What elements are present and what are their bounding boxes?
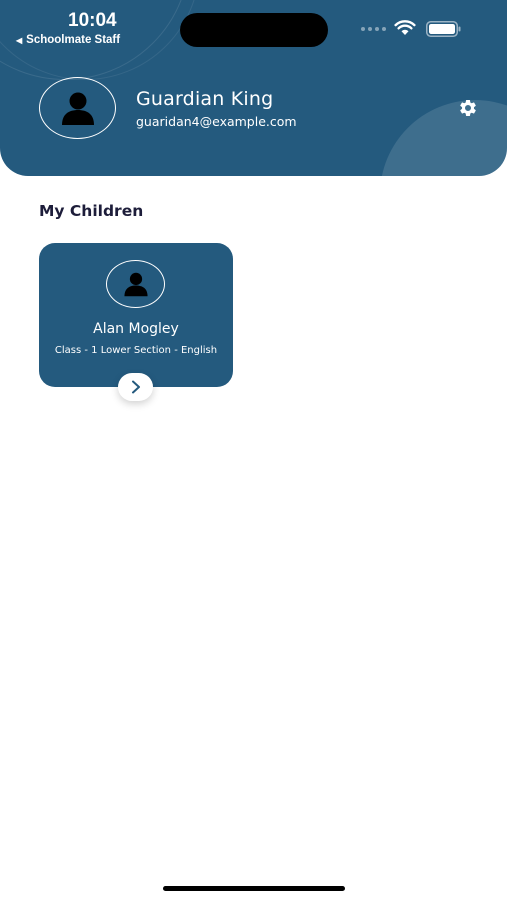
status-time: 10:04	[68, 10, 117, 31]
cellular-signal-icon	[361, 27, 386, 31]
back-to-app-link[interactable]: ◀ Schoolmate Staff	[16, 34, 120, 46]
battery-icon	[426, 21, 461, 37]
open-child-button[interactable]	[118, 373, 153, 401]
dynamic-island	[180, 13, 328, 47]
wifi-icon	[394, 20, 416, 35]
back-triangle-icon: ◀	[16, 35, 23, 45]
home-indicator[interactable]	[163, 886, 345, 891]
child-card[interactable]: Alan Mogley Class - 1 Lower Section - En…	[39, 243, 233, 387]
child-class-info: Class - 1 Lower Section - English	[54, 345, 218, 356]
profile-header: 10:04 ◀ Schoolmate Staff Guardian King g…	[0, 0, 507, 176]
profile-name: Guardian King	[136, 88, 274, 110]
profile-avatar	[39, 77, 116, 139]
back-app-label: Schoolmate Staff	[26, 34, 121, 46]
gear-icon[interactable]	[458, 98, 478, 118]
profile-email: guaridan4@example.com	[136, 114, 297, 129]
person-icon	[123, 272, 148, 297]
chevron-right-icon	[131, 380, 140, 394]
screen: 10:04 ◀ Schoolmate Staff Guardian King g…	[0, 0, 507, 900]
header-decor-circle	[380, 100, 507, 176]
person-icon	[61, 92, 94, 125]
child-name: Alan Mogley	[93, 321, 179, 337]
child-avatar	[106, 260, 165, 308]
section-title-my-children: My Children	[39, 202, 144, 220]
